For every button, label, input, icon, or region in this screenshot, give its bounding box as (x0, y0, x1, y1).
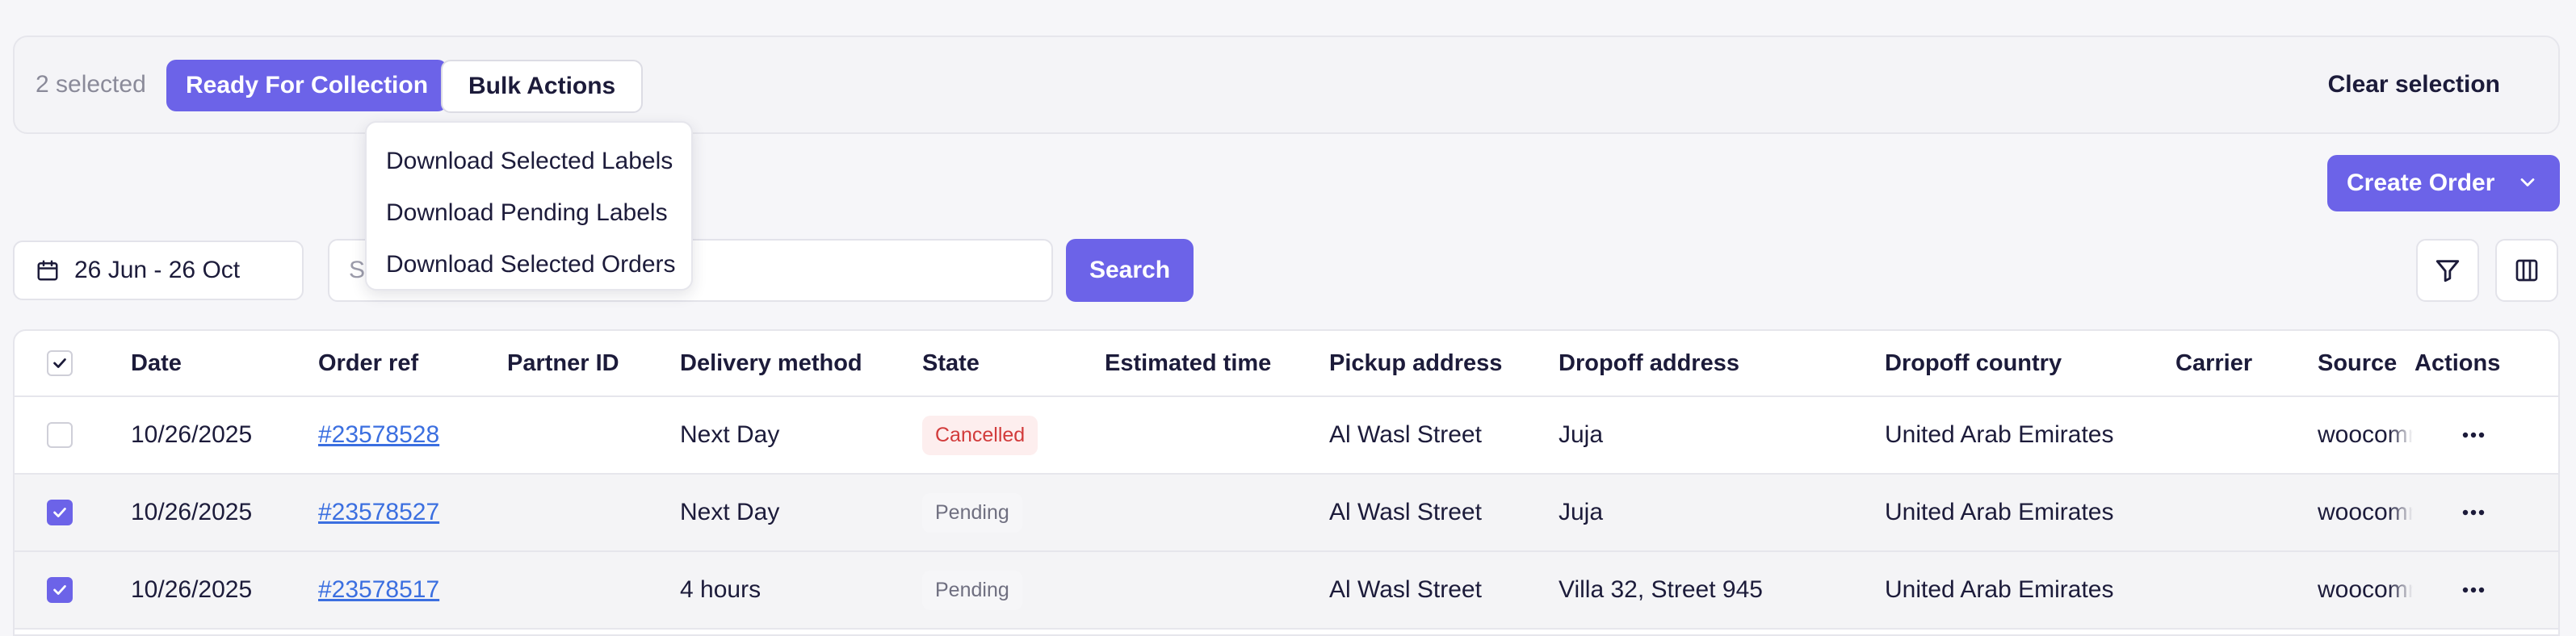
header-actions: Actions (2414, 349, 2501, 376)
check-icon (53, 358, 66, 368)
cell-source: woocommerce (2318, 552, 2413, 628)
check-icon (53, 508, 66, 517)
row-select-cell (47, 397, 73, 473)
order-ref-link[interactable]: #23578517 (318, 576, 439, 604)
create-order-label: Create Order (2347, 169, 2495, 196)
table-row[interactable]: 10/26/2025 #23578517 4 hours Pending Al … (15, 552, 2558, 630)
columns-button[interactable] (2495, 239, 2558, 302)
bulk-actions-button[interactable]: Bulk Actions (441, 60, 644, 113)
header-dropoff-address[interactable]: Dropoff address (1559, 331, 1739, 395)
header-dropoff-country[interactable]: Dropoff country (1885, 331, 2062, 395)
source-fade (2389, 397, 2413, 473)
filter-button[interactable] (2416, 239, 2479, 302)
menu-item-download-selected-orders[interactable]: Download Selected Orders (367, 239, 691, 291)
source-fade (2389, 475, 2413, 550)
cell-source: woocommerce (2318, 475, 2413, 550)
cell-actions (2414, 552, 2486, 628)
chevron-down-icon[interactable] (2516, 171, 2539, 194)
header-state[interactable]: State (922, 331, 980, 395)
cell-pickup-address: Al Wasl Street (1329, 421, 1482, 448)
status-badge: Cancelled (922, 415, 1038, 455)
more-icon[interactable] (2461, 431, 2486, 439)
cell-dropoff-country: United Arab Emirates (1885, 499, 2114, 525)
columns-icon (2515, 259, 2538, 282)
check-icon (53, 585, 66, 595)
row-checkbox[interactable] (47, 577, 73, 603)
selection-bar: 2 selected Ready For Collection Bulk Act… (13, 36, 2560, 134)
status-badge: Pending (922, 492, 1022, 533)
menu-item-download-pending-labels[interactable]: Download Pending Labels (367, 187, 691, 239)
table-row[interactable]: 10/26/2025 #23578527 Next Day Pending Al… (15, 475, 2558, 552)
cell-order-ref: #23578517 (318, 552, 439, 628)
cell-dropoff-country: United Arab Emirates (1885, 576, 2114, 603)
cell-dropoff-address: Villa 32, Street 945 (1559, 576, 1763, 603)
header-delivery-method[interactable]: Delivery method (680, 331, 862, 395)
header-partner-id[interactable]: Partner ID (507, 331, 619, 395)
cell-source: woocommerce (2318, 397, 2413, 473)
row-checkbox[interactable] (47, 422, 73, 448)
select-all-checkbox[interactable] (47, 350, 73, 376)
more-icon[interactable] (2461, 586, 2486, 594)
search-button[interactable]: Search (1066, 239, 1194, 302)
order-ref-link[interactable]: #23578528 (318, 421, 439, 449)
cell-state: Cancelled (922, 397, 1038, 473)
ready-for-collection-button[interactable]: Ready For Collection (166, 60, 448, 111)
header-carrier[interactable]: Carrier (2175, 331, 2252, 395)
cell-order-ref: #23578528 (318, 397, 439, 473)
cell-pickup-address: Al Wasl Street (1329, 576, 1482, 603)
cell-pickup-address: Al Wasl Street (1329, 499, 1482, 525)
more-icon[interactable] (2461, 508, 2486, 517)
cell-date: 10/26/2025 (131, 499, 253, 525)
cell-dropoff-address: Juja (1559, 499, 1604, 525)
cell-delivery-method: 4 hours (680, 576, 761, 603)
cell-dropoff-address: Juja (1559, 421, 1604, 448)
cell-actions (2414, 397, 2486, 473)
clear-selection-link[interactable]: Clear selection (2328, 71, 2500, 98)
bulk-actions-menu: Download Selected Labels Download Pendin… (365, 121, 693, 291)
row-select-cell (47, 552, 73, 628)
cell-delivery-method: Next Day (680, 499, 780, 525)
header-pickup-address[interactable]: Pickup address (1329, 331, 1502, 395)
cell-date: 10/26/2025 (131, 576, 253, 603)
header-source[interactable]: Source (2318, 331, 2413, 395)
source-fade (2389, 552, 2413, 628)
order-ref-link[interactable]: #23578527 (318, 499, 439, 526)
cell-state: Pending (922, 475, 1022, 550)
cell-actions (2414, 475, 2486, 550)
header-estimated-time[interactable]: Estimated time (1105, 331, 1271, 395)
header-order-ref[interactable]: Order ref (318, 331, 418, 395)
row-checkbox[interactable] (47, 500, 73, 525)
date-range-text: 26 Jun - 26 Oct (74, 257, 241, 283)
cell-state: Pending (922, 552, 1022, 628)
filter-icon (2435, 260, 2460, 282)
cell-delivery-method: Next Day (680, 421, 780, 448)
row-select-cell (47, 475, 73, 550)
status-badge: Pending (922, 570, 1022, 610)
create-order-button[interactable]: Create Order (2327, 155, 2560, 211)
menu-item-download-selected-labels[interactable]: Download Selected Labels (367, 136, 691, 187)
orders-table: Date Order ref Partner ID Delivery metho… (13, 329, 2560, 636)
cell-date: 10/26/2025 (131, 421, 253, 448)
calendar-icon (37, 260, 58, 281)
header-date[interactable]: Date (131, 331, 182, 395)
table-row[interactable]: 10/26/2025 #23578528 Next Day Cancelled … (15, 397, 2558, 475)
table-header-row: Date Order ref Partner ID Delivery metho… (15, 331, 2558, 397)
cell-dropoff-country: United Arab Emirates (1885, 421, 2114, 448)
date-range-picker[interactable]: 26 Jun - 26 Oct (13, 241, 304, 300)
selected-count: 2 selected (36, 71, 146, 98)
select-all-cell (47, 331, 73, 395)
cell-order-ref: #23578527 (318, 475, 439, 550)
